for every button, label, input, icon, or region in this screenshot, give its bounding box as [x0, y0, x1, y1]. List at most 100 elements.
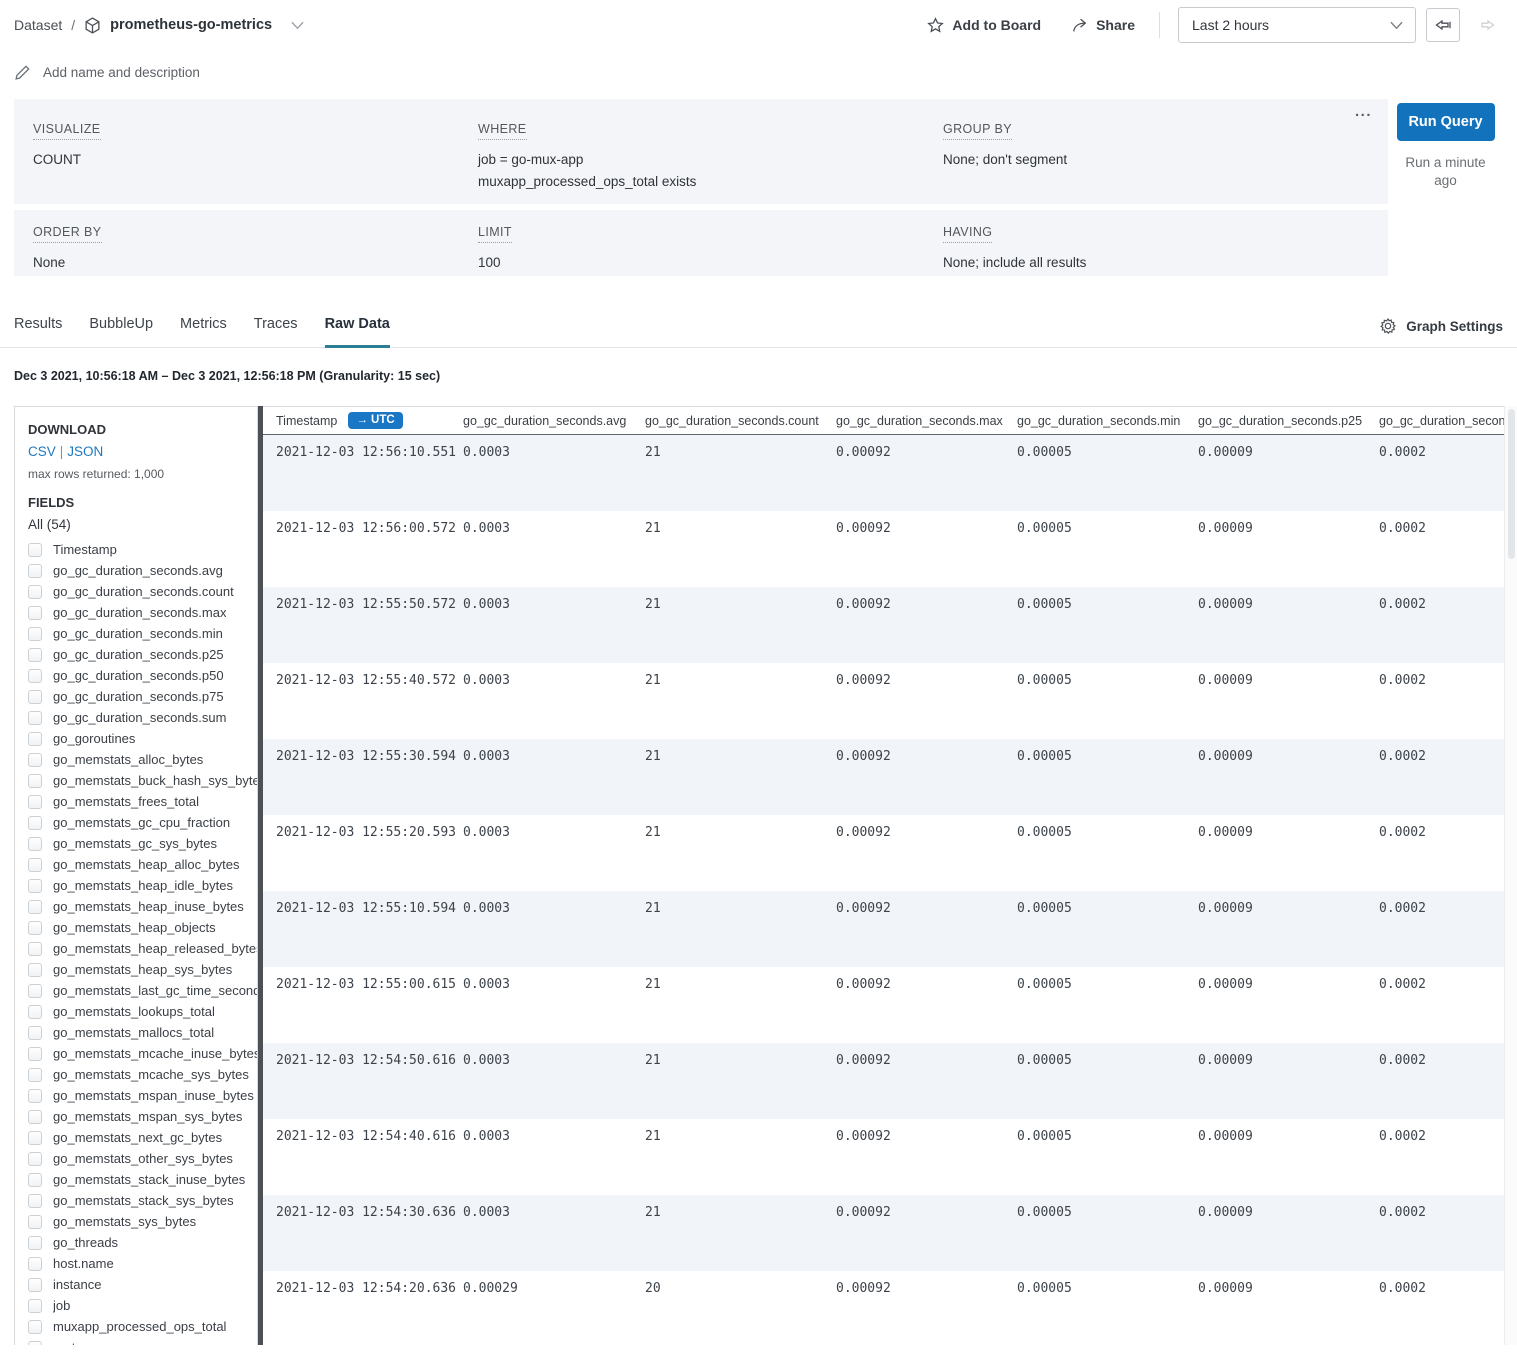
field-checkbox[interactable] — [28, 606, 42, 620]
breadcrumb-root[interactable]: Dataset — [14, 17, 62, 33]
column-header[interactable]: go_gc_duration_seconds.min — [1017, 414, 1198, 428]
field-item[interactable]: go_memstats_heap_idle_bytes — [28, 875, 257, 896]
time-back-button[interactable] — [1426, 8, 1460, 42]
field-checkbox[interactable] — [28, 585, 42, 599]
field-item[interactable]: go_memstats_mspan_sys_bytes — [28, 1106, 257, 1127]
utc-toggle-badge[interactable]: → UTC — [348, 412, 402, 429]
limit-value[interactable]: 100 — [478, 252, 924, 274]
table-row[interactable]: 2021-12-03 12:55:50.5720.0003210.000920.… — [263, 587, 1504, 663]
field-item[interactable]: go_gc_duration_seconds.avg — [28, 560, 257, 581]
tab-traces[interactable]: Traces — [254, 316, 298, 348]
field-checkbox[interactable] — [28, 1194, 42, 1208]
field-item[interactable]: go_gc_duration_seconds.p75 — [28, 686, 257, 707]
where-label[interactable]: WHERE — [478, 122, 527, 140]
field-item[interactable]: go_memstats_gc_cpu_fraction — [28, 812, 257, 833]
table-scrollbar-thumb[interactable] — [1508, 409, 1515, 559]
field-checkbox[interactable] — [28, 1320, 42, 1334]
field-checkbox[interactable] — [28, 1152, 42, 1166]
having-label[interactable]: HAVING — [943, 225, 992, 243]
order-by-value[interactable]: None — [33, 252, 459, 274]
field-checkbox[interactable] — [28, 1047, 42, 1061]
field-checkbox[interactable] — [28, 1257, 42, 1271]
tab-results[interactable]: Results — [14, 316, 62, 348]
field-checkbox[interactable] — [28, 1089, 42, 1103]
field-checkbox[interactable] — [28, 963, 42, 977]
field-item[interactable]: go_memstats_stack_sys_bytes — [28, 1190, 257, 1211]
time-forward-button[interactable] — [1470, 8, 1504, 42]
field-item[interactable]: go_memstats_heap_sys_bytes — [28, 959, 257, 980]
having-value[interactable]: None; include all results — [943, 252, 1388, 274]
field-item[interactable]: go_memstats_mcache_inuse_bytes — [28, 1043, 257, 1064]
field-checkbox[interactable] — [28, 1236, 42, 1250]
table-row[interactable]: 2021-12-03 12:54:30.6360.0003210.000920.… — [263, 1195, 1504, 1271]
dataset-name[interactable]: prometheus-go-metrics — [110, 17, 272, 33]
field-checkbox[interactable] — [28, 1278, 42, 1292]
share-button[interactable]: Share — [1071, 17, 1135, 33]
field-item[interactable]: port — [28, 1337, 257, 1345]
fields-all-count[interactable]: All (54) — [28, 517, 257, 532]
column-header[interactable]: go_gc_duration_seconds.p50 — [1379, 414, 1504, 428]
table-row[interactable]: 2021-12-03 12:56:00.5720.0003210.000920.… — [263, 511, 1504, 587]
field-item[interactable]: go_memstats_last_gc_time_seconds — [28, 980, 257, 1001]
field-checkbox[interactable] — [28, 1299, 42, 1313]
field-checkbox[interactable] — [28, 774, 42, 788]
table-row[interactable]: 2021-12-03 12:55:10.5940.0003210.000920.… — [263, 891, 1504, 967]
graph-settings-button[interactable]: Graph Settings — [1379, 317, 1503, 347]
limit-label[interactable]: LIMIT — [478, 225, 512, 243]
field-checkbox[interactable] — [28, 1215, 42, 1229]
table-row[interactable]: 2021-12-03 12:54:20.6360.00029200.000920… — [263, 1271, 1504, 1345]
dataset-chevron-down-icon[interactable] — [291, 21, 304, 30]
field-item[interactable]: go_gc_duration_seconds.p25 — [28, 644, 257, 665]
where-clause-2[interactable]: muxapp_processed_ops_total exists — [478, 171, 924, 193]
field-checkbox[interactable] — [28, 690, 42, 704]
visualize-value[interactable]: COUNT — [33, 149, 459, 171]
field-item[interactable]: go_goroutines — [28, 728, 257, 749]
field-checkbox[interactable] — [28, 732, 42, 746]
field-item[interactable]: go_memstats_alloc_bytes — [28, 749, 257, 770]
field-checkbox[interactable] — [28, 1341, 42, 1346]
column-header[interactable]: go_gc_duration_seconds.count — [645, 414, 836, 428]
field-checkbox[interactable] — [28, 669, 42, 683]
table-row[interactable]: 2021-12-03 12:55:30.5940.0003210.000920.… — [263, 739, 1504, 815]
column-header[interactable]: go_gc_duration_seconds.max — [836, 414, 1017, 428]
field-item[interactable]: go_threads — [28, 1232, 257, 1253]
field-item[interactable]: go_gc_duration_seconds.sum — [28, 707, 257, 728]
field-item[interactable]: go_memstats_heap_released_bytes — [28, 938, 257, 959]
table-row[interactable]: 2021-12-03 12:55:20.5930.0003210.000920.… — [263, 815, 1504, 891]
run-query-button[interactable]: Run Query — [1397, 103, 1495, 141]
table-row[interactable]: 2021-12-03 12:55:00.6150.0003210.000920.… — [263, 967, 1504, 1043]
field-checkbox[interactable] — [28, 543, 42, 557]
having-clause[interactable]: HAVING None; include all results — [924, 223, 1388, 276]
field-item[interactable]: go_gc_duration_seconds.min — [28, 623, 257, 644]
visualize-clause[interactable]: VISUALIZE COUNT — [14, 120, 459, 204]
field-checkbox[interactable] — [28, 753, 42, 767]
table-row[interactable]: 2021-12-03 12:55:40.5720.0003210.000920.… — [263, 663, 1504, 739]
field-item[interactable]: go_memstats_other_sys_bytes — [28, 1148, 257, 1169]
table-row[interactable]: 2021-12-03 12:56:10.5510.0003210.000920.… — [263, 435, 1504, 511]
group-by-value[interactable]: None; don't segment — [943, 149, 1388, 171]
field-checkbox[interactable] — [28, 627, 42, 641]
field-checkbox[interactable] — [28, 921, 42, 935]
field-item[interactable]: job — [28, 1295, 257, 1316]
field-checkbox[interactable] — [28, 711, 42, 725]
field-checkbox[interactable] — [28, 1131, 42, 1145]
field-item[interactable]: go_gc_duration_seconds.count — [28, 581, 257, 602]
download-csv-link[interactable]: CSV — [28, 444, 56, 459]
field-checkbox[interactable] — [28, 837, 42, 851]
field-checkbox[interactable] — [28, 1005, 42, 1019]
field-checkbox[interactable] — [28, 564, 42, 578]
timestamp-column-header[interactable]: Timestamp → UTC — [276, 412, 463, 429]
field-item[interactable]: go_memstats_frees_total — [28, 791, 257, 812]
field-checkbox[interactable] — [28, 816, 42, 830]
tab-bubbleup[interactable]: BubbleUp — [89, 316, 153, 348]
column-header[interactable]: go_gc_duration_seconds.avg — [463, 414, 645, 428]
field-checkbox[interactable] — [28, 858, 42, 872]
field-checkbox[interactable] — [28, 942, 42, 956]
field-checkbox[interactable] — [28, 1026, 42, 1040]
field-item[interactable]: go_memstats_stack_inuse_bytes — [28, 1169, 257, 1190]
field-checkbox[interactable] — [28, 1173, 42, 1187]
table-row[interactable]: 2021-12-03 12:54:50.6160.0003210.000920.… — [263, 1043, 1504, 1119]
field-item[interactable]: go_memstats_sys_bytes — [28, 1211, 257, 1232]
field-item[interactable]: go_memstats_buck_hash_sys_bytes — [28, 770, 257, 791]
table-scrollbar[interactable] — [1504, 406, 1517, 1345]
